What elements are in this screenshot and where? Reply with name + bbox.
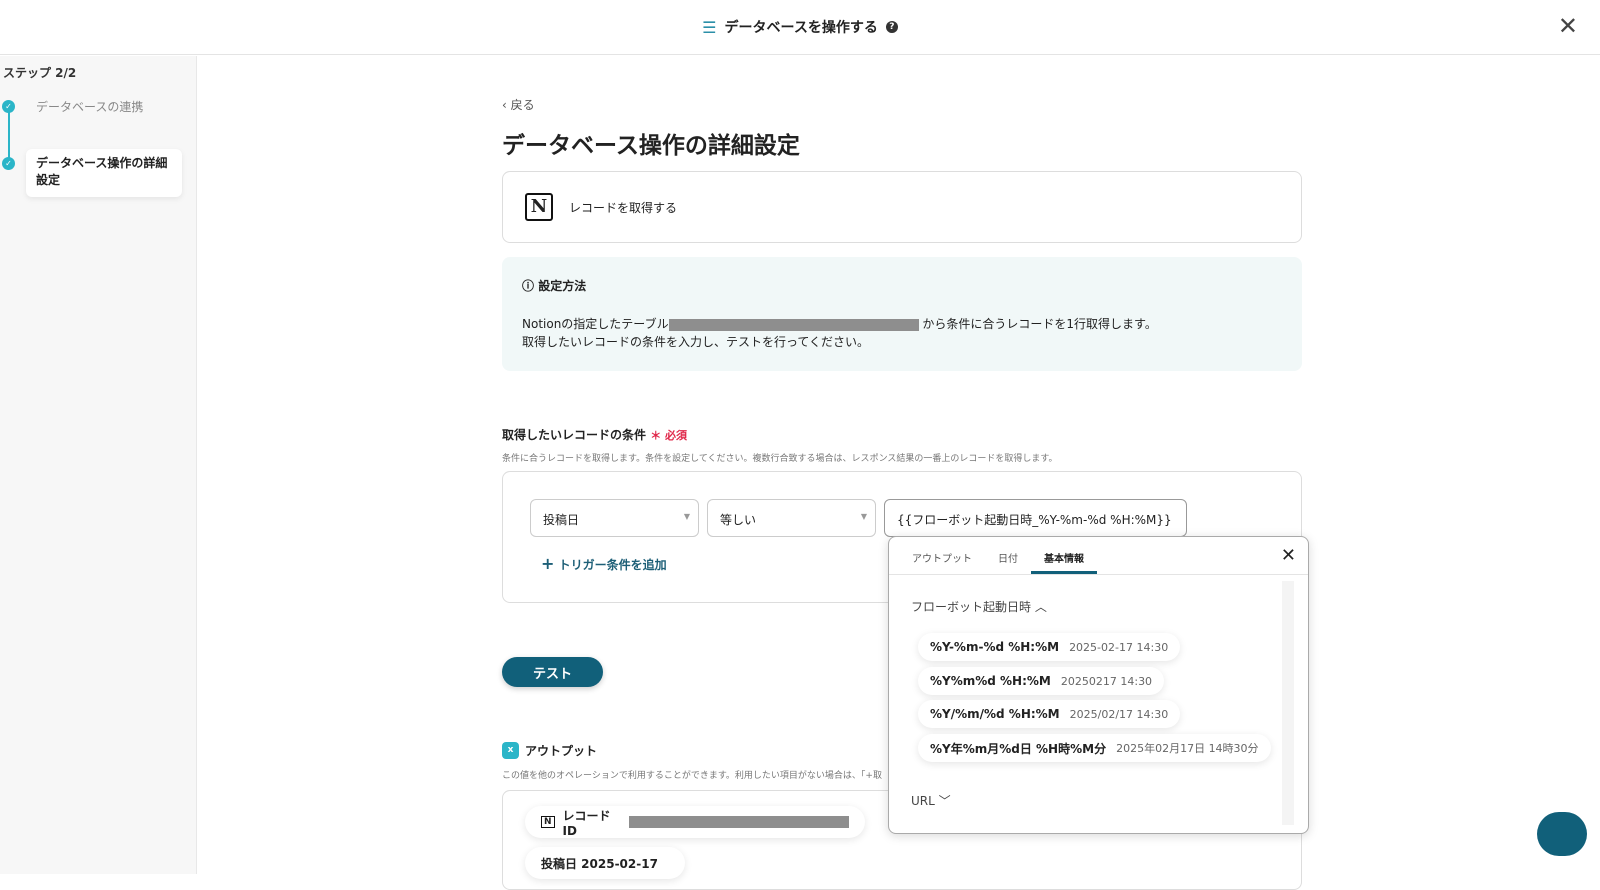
info-icon: ⓘ — [522, 279, 535, 293]
section-title: URL — [911, 794, 935, 808]
output-desc: この値を他のオペレーションで利用することができます。利用したい項目がない場合は、… — [502, 771, 882, 781]
output-icon: x — [502, 742, 519, 759]
step-counter: ステップ 2/2 — [3, 66, 77, 80]
add-label: トリガー条件を追加 — [558, 558, 667, 572]
format-option[interactable]: %Y%m%d %H:%M 20250217 14:30 — [918, 667, 1165, 695]
section-toggle[interactable]: フローボット起動日時 ︿ — [911, 598, 1047, 615]
scrollbar[interactable] — [1282, 581, 1294, 825]
condition-desc: 条件に合うレコードを取得します。条件を設定してください。複数行合致する場合は、レ… — [502, 454, 1058, 464]
chevron-up-icon: ︿ — [1034, 600, 1047, 614]
step-connector — [8, 108, 10, 164]
page-title: データベース操作の詳細設定 — [502, 133, 800, 159]
example: 2025/02/17 14:30 — [1069, 707, 1169, 721]
close-button[interactable]: ✕ — [1558, 12, 1578, 40]
page-header-title: データベースを操作する — [724, 20, 878, 36]
info-text: 取得したいレコードの条件を入力し、テストを行ってください。 — [522, 335, 870, 349]
help-icon[interactable]: ? — [885, 21, 898, 33]
notion-icon: N — [541, 816, 555, 828]
action-card: N レコードを取得する — [502, 171, 1302, 243]
notion-icon: N — [525, 193, 553, 221]
field-select[interactable]: 投稿日 ▼ — [530, 499, 699, 537]
operator-value: 等しい — [720, 513, 757, 527]
format: %Y年%m月%d日 %H時%M分 — [930, 741, 1107, 756]
format-option[interactable]: %Y/%m/%d %H:%M 2025/02/17 14:30 — [918, 700, 1181, 728]
format-option[interactable]: %Y-%m-%d %H:%M 2025-02-17 14:30 — [918, 633, 1181, 661]
value-input[interactable]: {{フローボット起動日時_%Y-%m-%d %H:%M}} — [884, 499, 1187, 537]
back-label: 戻る — [510, 98, 535, 112]
format: %Y-%m-%d %H:%M — [930, 640, 1060, 654]
check-icon: ✓ — [2, 157, 15, 170]
redacted-block — [668, 318, 919, 331]
info-text: Notionの指定したテーブル — [522, 317, 669, 331]
format: %Y/%m/%d %H:%M — [930, 707, 1060, 721]
condition-title: 取得したいレコードの条件 — [502, 428, 647, 442]
output-item[interactable]: 投稿日 2025-02-17 — [525, 847, 685, 879]
section-toggle-url[interactable]: URL ﹀ — [911, 792, 951, 809]
redacted-block — [628, 816, 849, 828]
popup-tabs: アウトプット 日付 基本情報 — [889, 537, 1308, 575]
add-condition-button[interactable]: + トリガー条件を追加 — [541, 554, 667, 573]
tab-output[interactable]: アウトプット — [899, 537, 985, 574]
chat-button[interactable] — [1537, 812, 1587, 856]
section-title: フローボット起動日時 — [911, 600, 1032, 614]
info-title: 設定方法 — [538, 279, 587, 293]
test-button[interactable]: テスト — [502, 657, 603, 687]
chevron-down-icon: ﹀ — [938, 794, 951, 808]
variable-picker-popup: アウトプット 日付 基本情報 ✕ フローボット起動日時 ︿ %Y-%m-%d %… — [888, 536, 1309, 834]
operator-select[interactable]: 等しい ▼ — [707, 499, 876, 537]
action-label: レコードを取得する — [569, 200, 678, 215]
back-link[interactable]: ‹ 戻る — [502, 96, 535, 113]
database-icon: ☰ — [702, 17, 717, 37]
header: ☰ データベースを操作する ? ✕ — [0, 0, 1600, 55]
check-icon: ✓ — [2, 100, 15, 113]
output-item-label: レコードID — [562, 808, 611, 838]
info-panel: ⓘ 設定方法 Notionの指定したテーブル から条件に合うレコードを1行取得し… — [502, 257, 1302, 371]
close-icon[interactable]: ✕ — [1281, 545, 1296, 566]
tab-basic-info[interactable]: 基本情報 — [1031, 537, 1097, 574]
info-text: から条件に合うレコードを1行取得します。 — [918, 317, 1157, 331]
tab-date[interactable]: 日付 — [985, 537, 1031, 574]
sidebar-step-2[interactable]: データベース操作の詳細設定 — [26, 149, 182, 197]
example: 20250217 14:30 — [1060, 674, 1153, 688]
chevron-down-icon: ▼ — [683, 512, 690, 521]
field-value: 投稿日 — [543, 513, 580, 527]
output-item[interactable]: N レコードID — [525, 806, 865, 838]
format-option[interactable]: %Y年%m月%d日 %H時%M分 2025年02月17日 14時30分 — [918, 734, 1271, 762]
plus-icon: + — [541, 554, 555, 573]
sidebar-step-1[interactable]: データベースの連携 — [36, 98, 143, 115]
example: 2025年02月17日 14時30分 — [1116, 742, 1259, 755]
condition-label: 取得したいレコードの条件 ＊ 必須 — [502, 426, 687, 443]
example: 2025-02-17 14:30 — [1069, 640, 1169, 654]
format: %Y%m%d %H:%M — [930, 674, 1051, 688]
value-text: {{フローボット起動日時_%Y-%m-%d %H:%M}} — [897, 513, 1172, 527]
chevron-down-icon: ▼ — [860, 512, 867, 521]
output-title: アウトプット — [525, 744, 598, 758]
output-item-label: 投稿日 2025-02-17 — [541, 856, 658, 871]
required-badge: ＊ 必須 — [650, 429, 688, 442]
output-heading: x アウトプット — [502, 742, 597, 759]
sidebar: ステップ 2/2 ✓ データベースの連携 ✓ データベース操作の詳細設定 — [0, 56, 197, 874]
